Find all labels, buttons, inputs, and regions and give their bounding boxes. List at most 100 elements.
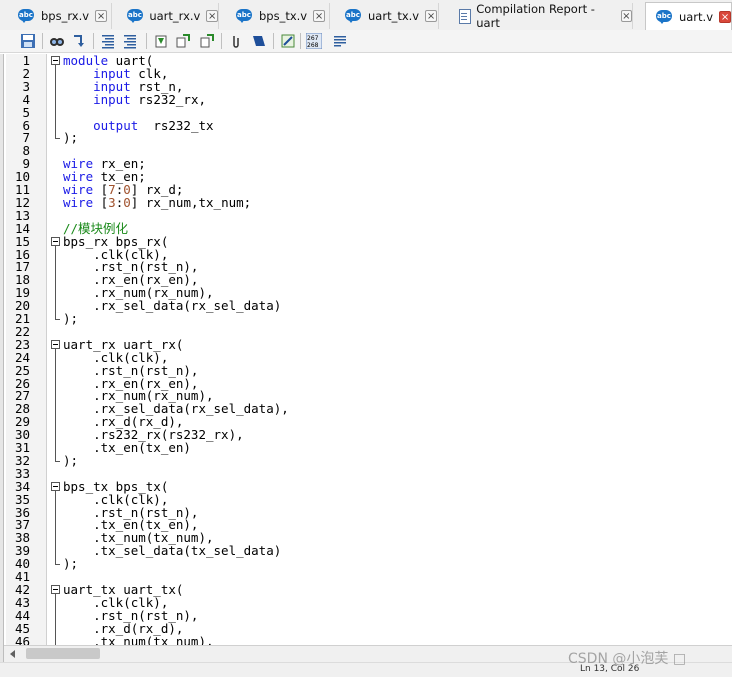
svg-text:267: 267 (307, 35, 319, 42)
fold-toggle-icon[interactable] (51, 481, 60, 491)
code-text: .rx_sel_data(rx_sel_data) (63, 299, 281, 312)
code-line[interactable]: 39 .tx_sel_data(tx_sel_data) (6, 544, 732, 557)
code-token: ); (63, 311, 79, 326)
code-line[interactable]: 31 .tx_en(tx_en) (6, 441, 732, 454)
indent-icon[interactable] (100, 33, 116, 49)
line-number: 32 (14, 452, 30, 468)
line-number: 25 (14, 362, 30, 378)
fold-guide (55, 348, 56, 461)
fold-toggle-icon[interactable] (51, 236, 60, 246)
code-line[interactable]: 21); (6, 312, 732, 325)
code-line[interactable]: 20 .rx_sel_data(rx_sel_data) (6, 299, 732, 312)
tab-bps-rx-v[interactable]: abc bps_rx.v × (8, 3, 112, 29)
code-line[interactable]: 7); (6, 131, 732, 144)
save-icon[interactable] (20, 33, 36, 49)
close-tab-icon[interactable]: × (719, 11, 731, 23)
tab-uart-rx-v[interactable]: abc uart_rx.v × (117, 3, 219, 29)
close-tab-icon[interactable]: × (206, 10, 218, 22)
tab-uart-tx-v[interactable]: abc uart_tx.v × (335, 3, 439, 29)
code-token: ); (63, 556, 79, 572)
insert-template-icon[interactable] (251, 33, 267, 49)
line-number: 4 (22, 91, 30, 107)
tab-bar: abc bps_rx.v × abc uart_rx.v × abc bps_tx.v × abc… (0, 0, 732, 31)
tab-label: uart.v (678, 10, 714, 24)
code-line[interactable]: 32); (6, 454, 732, 467)
code-token: .rx_sel_data(rx_sel_data) (63, 298, 282, 314)
fold-guide (55, 65, 56, 139)
unindent-icon[interactable] (122, 33, 138, 49)
line-number: 15 (14, 233, 30, 249)
line-number: 22 (14, 323, 30, 339)
code-line[interactable]: 40); (6, 557, 732, 570)
scroll-left-arrow-icon[interactable] (10, 650, 15, 658)
line-number: 34 (14, 478, 30, 494)
verilog-file-icon: abc (236, 9, 254, 23)
tab-label: uart_tx.v (368, 9, 420, 23)
toolbar-separator (93, 33, 94, 49)
code-text: .tx_num(tx_num), (63, 635, 213, 646)
code-line[interactable]: 46 .tx_num(tx_num), (6, 635, 732, 646)
keyword-token: wire (63, 194, 94, 210)
fold-guide (55, 490, 56, 565)
code-text: .tx_sel_data(tx_sel_data) (63, 544, 281, 557)
verilog-file-icon: abc (127, 9, 144, 23)
line-number: 13 (14, 207, 30, 223)
code-text: ); (63, 131, 78, 144)
code-token: ] rx_num,tx_num; (130, 194, 252, 210)
watermark: CSDN @小泡芙 □ (568, 651, 687, 667)
tab-compilation-report-uart[interactable]: Compilation Report - uart × (447, 2, 633, 30)
bookmark-icon[interactable] (153, 33, 169, 49)
replace-icon[interactable] (71, 33, 87, 49)
number-token: 0 (123, 194, 131, 210)
fold-toggle-icon[interactable] (51, 339, 60, 349)
line-number: 14 (14, 220, 30, 236)
attach-icon[interactable] (228, 33, 244, 49)
scrollbar-thumb[interactable] (26, 648, 100, 659)
line-number: 33 (14, 465, 30, 481)
tab-uart-v[interactable]: abc uart.v × (645, 2, 732, 31)
code-editor[interactable]: 1 module uart(2 input clk, 3 input rst_n, 4… (6, 54, 732, 645)
next-bookmark-icon[interactable] (199, 33, 215, 49)
fold-guide-end (55, 138, 60, 140)
line-number: 45 (14, 620, 30, 636)
line-number: 2 (22, 65, 30, 81)
line-numbers-icon[interactable]: 267 268 (305, 32, 323, 50)
toolbar-separator (300, 33, 301, 49)
tab-label: uart_rx.v (149, 9, 201, 23)
svg-text:268: 268 (307, 42, 319, 49)
line-number: 46 (14, 633, 30, 646)
fold-toggle-icon[interactable] (51, 56, 60, 65)
code-token: rs232_tx (138, 117, 214, 133)
insert-block-icon[interactable] (280, 33, 296, 49)
keyword-token: input (93, 91, 131, 107)
close-tab-icon[interactable]: × (95, 10, 108, 22)
code-token: rs232_rx, (130, 91, 207, 107)
line-number: 42 (14, 581, 30, 597)
fold-toggle-icon[interactable] (51, 584, 60, 594)
editor-toolbar: 267 268 (0, 30, 732, 53)
code-line[interactable]: 12 wire [3:0] rx_num,tx_num; (6, 196, 732, 209)
line-number: 3 (22, 78, 30, 94)
verilog-file-icon: abc (656, 10, 674, 24)
code-line[interactable]: 6 output rs232_tx (6, 119, 732, 132)
code-line[interactable]: 4 input rs232_rx, (6, 93, 732, 106)
code-text: output rs232_tx (63, 117, 214, 133)
code-token: [ (93, 194, 109, 210)
tab-bps-tx-v[interactable]: abc bps_tx.v × (226, 3, 330, 29)
find-icon[interactable] (49, 33, 65, 49)
code-text: ); (63, 454, 78, 467)
prev-bookmark-icon[interactable] (175, 33, 191, 49)
toolbar-separator (221, 33, 222, 49)
comment-icon[interactable] (332, 33, 348, 49)
line-number: 5 (22, 104, 30, 120)
tab-label: bps_rx.v (41, 9, 90, 23)
code-text: ); (63, 557, 78, 570)
toolbar-separator (273, 33, 274, 49)
close-tab-icon[interactable]: × (620, 10, 632, 22)
close-tab-icon[interactable]: × (425, 10, 438, 22)
tab-label: Compilation Report - uart (476, 2, 595, 30)
close-tab-icon[interactable]: × (313, 10, 326, 22)
code-text: ); (63, 312, 78, 325)
tab-label: bps_tx.v (259, 9, 308, 23)
